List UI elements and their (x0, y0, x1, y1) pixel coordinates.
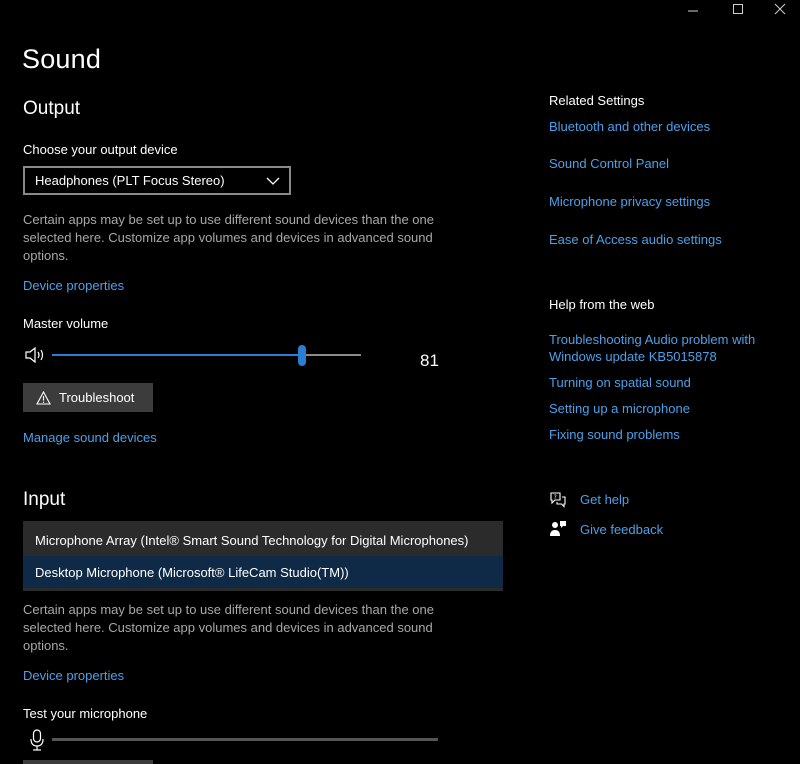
output-device-properties-link[interactable]: Device properties (23, 278, 124, 293)
close-button[interactable] (760, 0, 800, 18)
chevron-down-icon (266, 174, 280, 189)
output-desc-line: selected here. Customize app volumes and… (23, 230, 433, 245)
troubleshooting-audio-line: Troubleshooting Audio problem with (549, 332, 756, 347)
input-heading: Input (23, 489, 66, 510)
output-device-dropdown[interactable]: Headphones (PLT Focus Stereo) (23, 166, 291, 195)
setting-up-microphone-link[interactable]: Setting up a microphone (549, 401, 690, 416)
minimize-icon (688, 10, 698, 12)
troubleshooting-audio-link[interactable]: Troubleshooting Audio problem with Windo… (549, 331, 755, 365)
microphone-level-meter (52, 738, 438, 741)
input-device-list[interactable]: Microphone Array (Intel® Smart Sound Tec… (23, 521, 503, 591)
choose-output-label: Choose your output device (23, 142, 178, 157)
troubleshoot-label: Troubleshoot (59, 390, 135, 405)
ease-of-access-audio-link[interactable]: Ease of Access audio settings (549, 232, 722, 247)
input-device-option-selected[interactable]: Desktop Microphone (Microsoft® LifeCam S… (23, 556, 503, 588)
spatial-sound-link[interactable]: Turning on spatial sound (549, 375, 691, 390)
warning-icon (36, 390, 51, 405)
microphone-icon (29, 729, 45, 754)
help-web-heading: Help from the web (549, 297, 655, 312)
speaker-icon[interactable] (24, 346, 46, 367)
input-desc-line: selected here. Customize app volumes and… (23, 620, 433, 635)
master-volume-thumb[interactable] (298, 345, 306, 366)
manage-sound-devices-link[interactable]: Manage sound devices (23, 430, 157, 445)
sound-control-panel-link[interactable]: Sound Control Panel (549, 156, 669, 171)
get-help-link[interactable]: Get help (580, 492, 629, 507)
maximize-icon (733, 4, 743, 14)
output-description: Certain apps may be set up to use differ… (23, 211, 473, 265)
give-feedback-link[interactable]: Give feedback (580, 522, 663, 537)
maximize-button[interactable] (718, 0, 758, 18)
related-settings-heading: Related Settings (549, 93, 645, 108)
chat-help-icon: ? (549, 491, 567, 511)
input-desc-line: options. (23, 638, 69, 653)
troubleshooting-audio-line: Windows update KB5015878 (549, 349, 717, 364)
input-desc-line: Certain apps may be set up to use differ… (23, 602, 434, 617)
output-heading: Output (23, 98, 81, 119)
output-desc-line: Certain apps may be set up to use differ… (23, 212, 434, 227)
input-description: Certain apps may be set up to use differ… (23, 601, 473, 655)
bluetooth-devices-link[interactable]: Bluetooth and other devices (549, 119, 710, 134)
output-desc-line: options. (23, 248, 69, 263)
input-device-option[interactable]: Microphone Array (Intel® Smart Sound Tec… (23, 524, 503, 556)
minimize-button[interactable] (673, 0, 713, 18)
volume-value: 81 (420, 351, 439, 370)
fixing-sound-link[interactable]: Fixing sound problems (549, 427, 680, 442)
test-microphone-label: Test your microphone (23, 706, 148, 721)
master-volume-fill (52, 354, 302, 356)
troubleshoot-button[interactable]: Troubleshoot (23, 383, 153, 412)
svg-text:?: ? (554, 494, 557, 501)
page-title: Sound (22, 44, 102, 74)
input-device-properties-link[interactable]: Device properties (23, 668, 124, 683)
close-icon (774, 3, 786, 15)
output-device-value: Headphones (PLT Focus Stereo) (35, 173, 225, 188)
microphone-privacy-link[interactable]: Microphone privacy settings (549, 194, 710, 209)
master-volume-label: Master volume (23, 316, 109, 331)
feedback-icon (549, 520, 567, 541)
input-troubleshoot-button[interactable] (23, 760, 153, 764)
